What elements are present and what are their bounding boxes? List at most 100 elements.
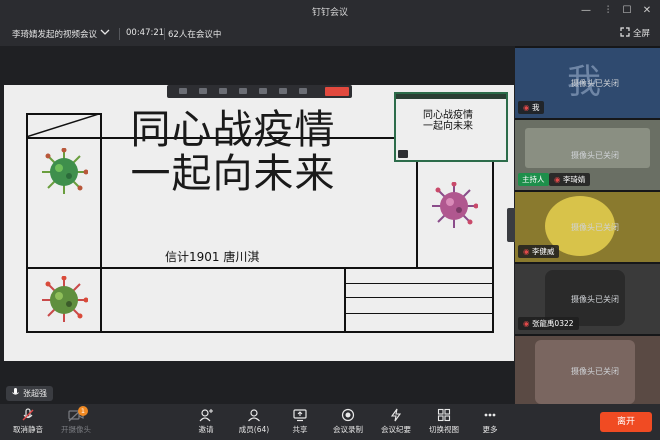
pin-icon[interactable]: ⫶ bbox=[600, 3, 616, 19]
slide-frame-line bbox=[26, 331, 494, 333]
virus-illustration-red bbox=[42, 276, 88, 322]
stop-share-button[interactable] bbox=[325, 87, 349, 96]
more-label: 更多 bbox=[482, 425, 498, 434]
screen-share-toolbar[interactable] bbox=[167, 85, 352, 98]
share-tool-icon[interactable] bbox=[219, 88, 227, 94]
leave-button[interactable]: 离开 bbox=[600, 412, 652, 432]
participant-name-label: ◉ 张龍禹0322 bbox=[518, 317, 579, 330]
participant-name: 李健威 bbox=[531, 247, 555, 256]
chevron-down-icon[interactable] bbox=[100, 27, 110, 37]
maximize-icon[interactable]: ☐ bbox=[619, 3, 635, 19]
slide-frame-line bbox=[26, 113, 28, 333]
fullscreen-button[interactable]: 全屏 bbox=[620, 27, 650, 39]
camera-off-status: 摄像头已关闭 bbox=[571, 367, 619, 376]
participant-tile[interactable]: 摄像头已关闭 ◉ 张龍禹0322 bbox=[515, 264, 660, 334]
collapse-panel-handle[interactable] bbox=[507, 208, 515, 242]
slide-title: 同心战疫情 一起向未来 bbox=[108, 108, 358, 196]
virus-illustration-green bbox=[42, 148, 88, 194]
share-tool-icon[interactable] bbox=[239, 88, 247, 94]
slide-frame-line bbox=[344, 283, 494, 284]
title-bar: 钉钉会议 — ⫶ ☐ ✕ bbox=[0, 0, 660, 22]
mic-icon bbox=[12, 388, 19, 395]
thumbnail-title-line1: 同心战疫情 bbox=[423, 110, 473, 121]
mic-off-icon: ◉ bbox=[554, 175, 563, 184]
mic-off-icon: ◉ bbox=[523, 103, 532, 112]
switch-view-button[interactable]: 切换视图 bbox=[420, 406, 468, 438]
share-label: 共享 bbox=[292, 425, 308, 434]
share-tool-icon[interactable] bbox=[259, 88, 267, 94]
fullscreen-label: 全屏 bbox=[632, 29, 650, 39]
slide-frame-line bbox=[344, 297, 494, 298]
participant-name: 李琦婧 bbox=[562, 175, 586, 184]
record-button[interactable]: 会议录制 bbox=[324, 406, 372, 438]
minutes-button[interactable]: 会议纪要 bbox=[372, 406, 420, 438]
thumbnail-mic-icon bbox=[398, 150, 408, 158]
invite-label: 邀请 bbox=[198, 425, 214, 434]
meeting-toolbar: 取消静音 开摄像头 1 邀请 成员(64) 共享 会议录制 会议纪要 切换视图 … bbox=[0, 404, 660, 440]
participant-name: 张龍禹0322 bbox=[531, 319, 574, 328]
participant-name-label: ◉ 李琦婧 bbox=[549, 173, 591, 186]
slide-frame-line bbox=[492, 137, 494, 333]
fullscreen-icon bbox=[620, 27, 630, 37]
minutes-label: 会议纪要 bbox=[381, 425, 411, 434]
mic-off-icon: ◉ bbox=[523, 247, 532, 256]
meeting-info-bar: 李琦婧发起的视频会议 00:47:21 62人在会议中 全屏 bbox=[0, 22, 660, 46]
camera-label: 开摄像头 bbox=[61, 425, 91, 434]
window-title: 钉钉会议 bbox=[311, 8, 348, 18]
more-button[interactable]: 更多 bbox=[466, 406, 514, 438]
slide-frame-line bbox=[100, 113, 102, 333]
participant-panel: 我 摄像头已关闭 ◉ 我 摄像头已关闭 主持人 ◉ 李琦婧 摄像头已关闭 ◉ 李… bbox=[515, 46, 660, 406]
self-view-thumbnail[interactable]: 同心战疫情 一起向未来 bbox=[394, 92, 508, 162]
camera-off-status: 摄像头已关闭 bbox=[571, 151, 619, 160]
host-badge: 主持人 bbox=[518, 173, 549, 186]
camera-button[interactable]: 开摄像头 1 bbox=[52, 406, 100, 438]
camera-off-status: 摄像头已关闭 bbox=[571, 295, 619, 304]
participant-tile[interactable]: 摄像头已关闭 ◉ 李健威 bbox=[515, 192, 660, 262]
more-dots-icon bbox=[484, 413, 496, 417]
members-label: 成员(64) bbox=[238, 425, 270, 434]
share-tool-icon[interactable] bbox=[199, 88, 207, 94]
mic-muted-icon bbox=[22, 408, 34, 421]
close-icon[interactable]: ✕ bbox=[639, 3, 655, 19]
virus-illustration-purple bbox=[432, 182, 478, 228]
active-speaker-indicator: 张超强 bbox=[6, 386, 53, 401]
unmute-button[interactable]: 取消静音 bbox=[4, 406, 52, 438]
slide-frame-line bbox=[26, 267, 494, 269]
switch-view-label: 切换视图 bbox=[429, 425, 459, 434]
members-button[interactable]: 成员(64) bbox=[230, 406, 278, 438]
mic-off-icon: ◉ bbox=[523, 319, 532, 328]
participant-tile[interactable]: 摄像头已关闭 bbox=[515, 336, 660, 406]
slide-corner-diagonal bbox=[26, 113, 102, 138]
share-tool-icon[interactable] bbox=[179, 88, 187, 94]
participant-tile[interactable]: 摄像头已关闭 主持人 ◉ 李琦婧 bbox=[515, 120, 660, 190]
slide-frame-line bbox=[344, 313, 494, 314]
minimize-icon[interactable]: — bbox=[578, 3, 594, 19]
notification-badge: 1 bbox=[78, 406, 88, 416]
divider bbox=[164, 28, 165, 40]
thumbnail-slide-title: 同心战疫情 一起向未来 bbox=[418, 110, 478, 132]
participant-name: 我 bbox=[531, 103, 540, 112]
participant-tile[interactable]: 我 摄像头已关闭 ◉ 我 bbox=[515, 48, 660, 118]
thumbnail-title-line2: 一起向未来 bbox=[423, 121, 473, 132]
grid-view-icon bbox=[437, 408, 451, 422]
share-tool-icon[interactable] bbox=[299, 88, 307, 94]
share-button[interactable]: 共享 bbox=[276, 406, 324, 438]
share-tool-icon[interactable] bbox=[279, 88, 287, 94]
meeting-name: 李琦婧发起的视频会议 bbox=[12, 30, 98, 40]
add-user-icon bbox=[199, 409, 213, 422]
camera-off-status: 摄像头已关闭 bbox=[571, 223, 619, 232]
slide-title-line1: 同心战疫情 bbox=[130, 107, 336, 153]
meeting-timer: 00:47:21 bbox=[126, 28, 165, 38]
slide-frame-line bbox=[344, 267, 346, 333]
divider bbox=[119, 28, 120, 40]
slide-title-line2: 一起向未来 bbox=[130, 151, 336, 197]
camera-off-status: 摄像头已关闭 bbox=[571, 79, 619, 88]
active-speaker-name: 张超强 bbox=[23, 389, 47, 398]
members-icon bbox=[248, 409, 260, 422]
record-label: 会议录制 bbox=[333, 425, 363, 434]
participant-name-label: ◉ 我 bbox=[518, 101, 545, 114]
participant-video bbox=[525, 128, 650, 168]
share-screen-icon bbox=[293, 409, 307, 422]
invite-button[interactable]: 邀请 bbox=[182, 406, 230, 438]
lightning-icon bbox=[390, 408, 402, 422]
